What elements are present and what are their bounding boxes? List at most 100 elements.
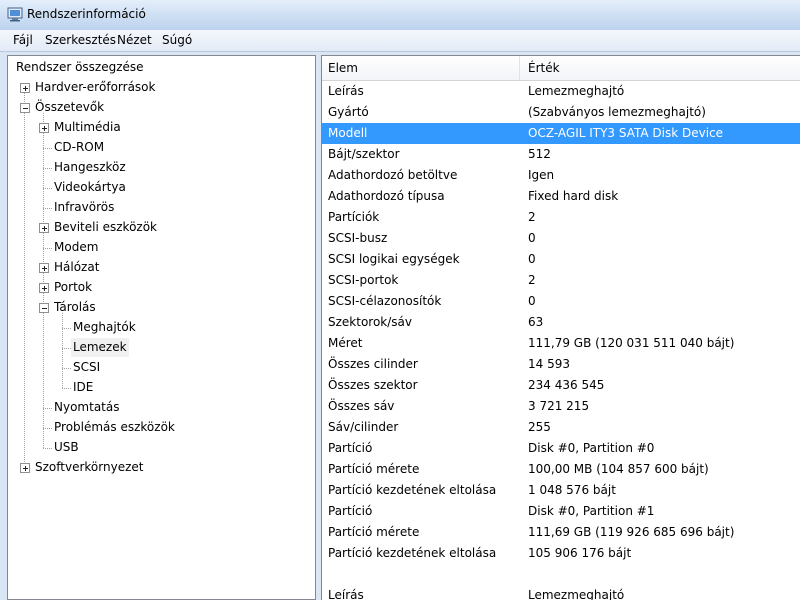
expand-icon[interactable] xyxy=(39,123,49,133)
tree-item-label: SCSI xyxy=(73,360,101,374)
list-row[interactable]: Partíció Disk #0, Partition #1 xyxy=(322,501,800,522)
list-row[interactable]: Partíció kezdetének eltolása 1 048 576 bá… xyxy=(322,480,800,501)
expand-icon[interactable] xyxy=(39,263,49,273)
tree-item-label: USB xyxy=(54,440,79,454)
list-row[interactable]: Összes szektor 234 436 545 xyxy=(322,375,800,396)
list-row[interactable]: Partíciók 2 xyxy=(322,207,800,228)
list-row[interactable]: Partíció kezdetének eltolása 105 906 176 … xyxy=(322,543,800,564)
expand-icon[interactable] xyxy=(39,283,49,293)
row-value: 0 xyxy=(528,252,536,266)
row-element: Sáv/cilinder xyxy=(328,420,399,434)
row-element: Összes cilinder xyxy=(328,357,418,371)
column-header-value[interactable]: Érték xyxy=(528,61,560,75)
list-row[interactable]: Méret 111,79 GB (120 031 511 040 bájt) xyxy=(322,333,800,354)
row-value: 2 xyxy=(528,273,536,287)
list-row[interactable]: Gyártó (Szabványos lemezmeghajtó) xyxy=(322,102,800,123)
menu-edit[interactable]: Szerkesztés xyxy=(44,33,117,47)
tree-item[interactable]: Rendszer összegzése xyxy=(8,58,308,77)
tree-item[interactable]: SCSI xyxy=(8,358,308,377)
expand-icon[interactable] xyxy=(20,463,30,473)
expand-icon[interactable] xyxy=(39,223,49,233)
list-row[interactable] xyxy=(322,564,800,585)
tree-item-label: Multimédia xyxy=(54,120,121,134)
tree-item[interactable]: USB xyxy=(8,438,308,457)
row-element: Partíció xyxy=(328,504,373,518)
list-row[interactable]: Összes sáv 3 721 215 xyxy=(322,396,800,417)
column-header-element[interactable]: Elem xyxy=(328,61,358,75)
list-row[interactable]: Leírás Lemezmeghajtó xyxy=(322,585,800,600)
list-row[interactable]: Partíció mérete 100,00 MB (104 857 600 bá… xyxy=(322,459,800,480)
row-value: 2 xyxy=(528,210,536,224)
row-value: 512 xyxy=(528,147,551,161)
list-row[interactable]: SCSI-portok 2 xyxy=(322,270,800,291)
tree-item[interactable]: Modem xyxy=(8,238,308,257)
tree-item[interactable]: Infravörös xyxy=(8,198,308,217)
list-row[interactable]: SCSI-célazonosítók 0 xyxy=(322,291,800,312)
row-value: 63 xyxy=(528,315,544,329)
row-value: 3 721 215 xyxy=(528,399,590,413)
row-element: Leírás xyxy=(328,84,364,98)
tree-item[interactable]: Videokártya xyxy=(8,178,308,197)
list-row[interactable]: Adathordozó betöltve Igen xyxy=(322,165,800,186)
column-separator[interactable] xyxy=(519,56,520,80)
row-value: 105 906 176 bájt xyxy=(528,546,632,560)
menu-file[interactable]: Fájl xyxy=(12,33,34,47)
list-row[interactable]: Modell OCZ-AGIL ITY3 SATA Disk Device xyxy=(322,123,800,144)
row-element: SCSI-portok xyxy=(328,273,399,287)
tree-item-label: Hangeszköz xyxy=(54,160,126,174)
list-row[interactable]: SCSI-busz 0 xyxy=(322,228,800,249)
tree-item-label: Hálózat xyxy=(54,260,100,274)
tree-item[interactable]: CD-ROM xyxy=(8,138,308,157)
tree-item[interactable]: Szoftverkörnyezet xyxy=(8,458,308,477)
tree-item[interactable]: Hardver-erőforrások xyxy=(8,78,308,97)
tree-item[interactable]: Hangeszköz xyxy=(8,158,308,177)
tree-item-label: Modem xyxy=(54,240,99,254)
tree-item-label: Lemezek xyxy=(71,338,129,357)
tree-item[interactable]: Beviteli eszközök xyxy=(8,218,308,237)
window-title: Rendszerinformáció xyxy=(27,7,146,21)
row-value: Lemezmeghajtó xyxy=(528,84,625,98)
title-bar[interactable]: Rendszerinformáció xyxy=(0,0,800,31)
list-row[interactable]: Partíció mérete 111,69 GB (119 926 685 69… xyxy=(322,522,800,543)
tree-item[interactable]: Meghajtók xyxy=(8,318,308,337)
row-element: Partíciók xyxy=(328,210,380,224)
tree-item-label: Rendszer összegzése xyxy=(16,60,144,74)
tree-item-label: Szoftverkörnyezet xyxy=(35,460,144,474)
tree-item-label: Infravörös xyxy=(54,200,115,214)
tree-item[interactable]: Hálózat xyxy=(8,258,308,277)
tree-item-label: Összetevők xyxy=(35,100,105,114)
tree-item[interactable]: Összetevők xyxy=(8,98,308,117)
tree-item[interactable]: Multimédia xyxy=(8,118,308,137)
tree-item[interactable]: Nyomtatás xyxy=(8,398,308,417)
list-row[interactable]: SCSI logikai egységek 0 xyxy=(322,249,800,270)
row-element: Partíció mérete xyxy=(328,525,420,539)
row-value: 255 xyxy=(528,420,551,434)
row-value: 100,00 MB (104 857 600 bájt) xyxy=(528,462,709,476)
list-row[interactable]: Adathordozó típusa Fixed hard disk xyxy=(322,186,800,207)
tree-item[interactable]: Tárolás xyxy=(8,298,308,317)
menu-view[interactable]: Nézet xyxy=(116,33,153,47)
tree-item[interactable]: Problémás eszközök xyxy=(8,418,308,437)
list-row[interactable]: Partíció Disk #0, Partition #0 xyxy=(322,438,800,459)
collapse-icon[interactable] xyxy=(39,303,49,313)
list-row[interactable]: Szektorok/sáv 63 xyxy=(322,312,800,333)
tree-item[interactable]: IDE xyxy=(8,378,308,397)
tree-item-label: Portok xyxy=(54,280,93,294)
row-element: Méret xyxy=(328,336,363,350)
collapse-icon[interactable] xyxy=(20,103,30,113)
list-header: Elem Érték xyxy=(322,56,800,81)
main-frame: Rendszer összegzése Hardver-erőforrások Ös… xyxy=(0,52,800,600)
category-tree[interactable]: Rendszer összegzése Hardver-erőforrások Ös… xyxy=(7,55,316,600)
details-list[interactable]: Elem Érték Leírás Lemezmeghajtó Gyártó (Sza… xyxy=(321,55,800,600)
list-row[interactable]: Bájt/szektor 512 xyxy=(322,144,800,165)
expand-icon[interactable] xyxy=(20,83,30,93)
menu-help[interactable]: Súgó xyxy=(161,33,193,47)
tree-item-label: Beviteli eszközök xyxy=(54,220,158,234)
list-row[interactable]: Sáv/cilinder 255 xyxy=(322,417,800,438)
row-element: Összes sáv xyxy=(328,399,395,413)
row-element: Adathordozó típusa xyxy=(328,189,445,203)
tree-item[interactable]: Lemezek xyxy=(8,338,308,357)
tree-item[interactable]: Portok xyxy=(8,278,308,297)
list-row[interactable]: Összes cilinder 14 593 xyxy=(322,354,800,375)
list-row[interactable]: Leírás Lemezmeghajtó xyxy=(322,81,800,102)
